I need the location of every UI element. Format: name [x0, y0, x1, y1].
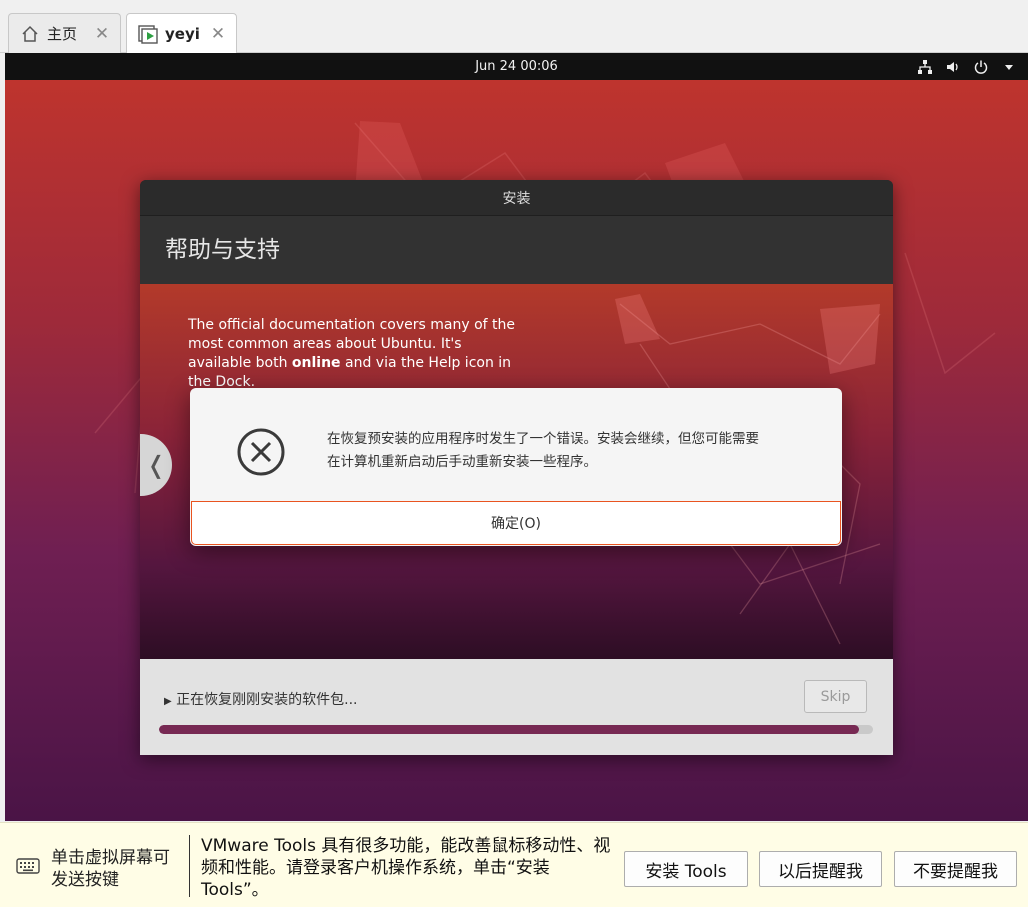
never-remind-button[interactable]: 不要提醒我 [894, 851, 1017, 887]
triangle-right-icon: ▶ [164, 696, 172, 707]
keyboard-icon [16, 858, 40, 874]
dialog-message-line: 在恢复预安装的应用程序时发生了一个错误。安装会继续，但您可能需要 [327, 431, 759, 447]
tab-home-label: 主页 [47, 25, 78, 43]
installer-footer: ▶ 正在恢复刚刚安装的软件包... Skip [140, 659, 893, 755]
slide-text-link: online [291, 355, 341, 371]
install-status-text: 正在恢复刚刚安装的软件包... [176, 692, 358, 708]
install-tools-button[interactable]: 安装 Tools [624, 851, 748, 887]
tab-strip: 主页 ✕ yeyi ✕ [0, 0, 1028, 53]
dialog-message-line: 在计算机重新启动后手动重新安装一些程序。 [327, 454, 597, 470]
chevron-down-icon[interactable] [1000, 58, 1018, 76]
page-title: 帮助与支持 [140, 216, 893, 284]
skip-button[interactable]: Skip [804, 680, 867, 713]
system-tray[interactable] [916, 57, 1018, 76]
error-icon [237, 428, 285, 476]
install-status-expander[interactable]: ▶ 正在恢复刚刚安装的软件包... [164, 689, 358, 709]
tools-message: VMware Tools 具有很多功能，能改善鼠标移动性、视频和性能。请登录客户… [201, 836, 611, 900]
close-icon[interactable]: ✕ [210, 24, 226, 44]
error-dialog: 在恢复预安装的应用程序时发生了一个错误。安装会继续，但您可能需要 在计算机重新启… [190, 388, 842, 546]
divider [189, 835, 190, 897]
home-icon [19, 23, 41, 45]
progress-fill [159, 725, 859, 734]
remind-later-button[interactable]: 以后提醒我 [759, 851, 882, 887]
vmware-tools-bar: 单击虚拟屏幕可发送按键 VMware Tools 具有很多功能，能改善鼠标移动性… [0, 822, 1028, 907]
dialog-body: 在恢复预安装的应用程序时发生了一个错误。安装会继续，但您可能需要 在计算机重新启… [190, 388, 842, 498]
ok-button[interactable]: 确定(O) [191, 501, 841, 545]
window-title: 安装 [140, 180, 893, 216]
network-icon[interactable] [916, 58, 934, 76]
keyboard-tip: 单击虚拟屏幕可发送按键 [51, 848, 170, 890]
vm-screen[interactable]: Jun 24 00:06 安装 帮助与支持 The official docum… [5, 53, 1028, 821]
volume-icon[interactable] [944, 58, 962, 76]
slide-description: The official documentation covers many o… [188, 316, 518, 392]
ubuntu-top-bar: Jun 24 00:06 [5, 53, 1028, 80]
power-icon[interactable] [972, 58, 990, 76]
chevron-left-icon: ❬ [145, 451, 167, 479]
clock[interactable]: Jun 24 00:06 [5, 59, 1028, 74]
close-icon[interactable]: ✕ [94, 24, 110, 44]
vm-icon [137, 23, 159, 45]
dialog-message: 在恢复预安装的应用程序时发生了一个错误。安装会继续，但您可能需要 在计算机重新启… [327, 428, 817, 474]
tab-vm-yeyi[interactable]: yeyi ✕ [126, 13, 237, 53]
tab-home[interactable]: 主页 ✕ [8, 13, 121, 53]
install-progress-bar [159, 725, 873, 734]
tab-vm-label: yeyi [165, 24, 200, 43]
